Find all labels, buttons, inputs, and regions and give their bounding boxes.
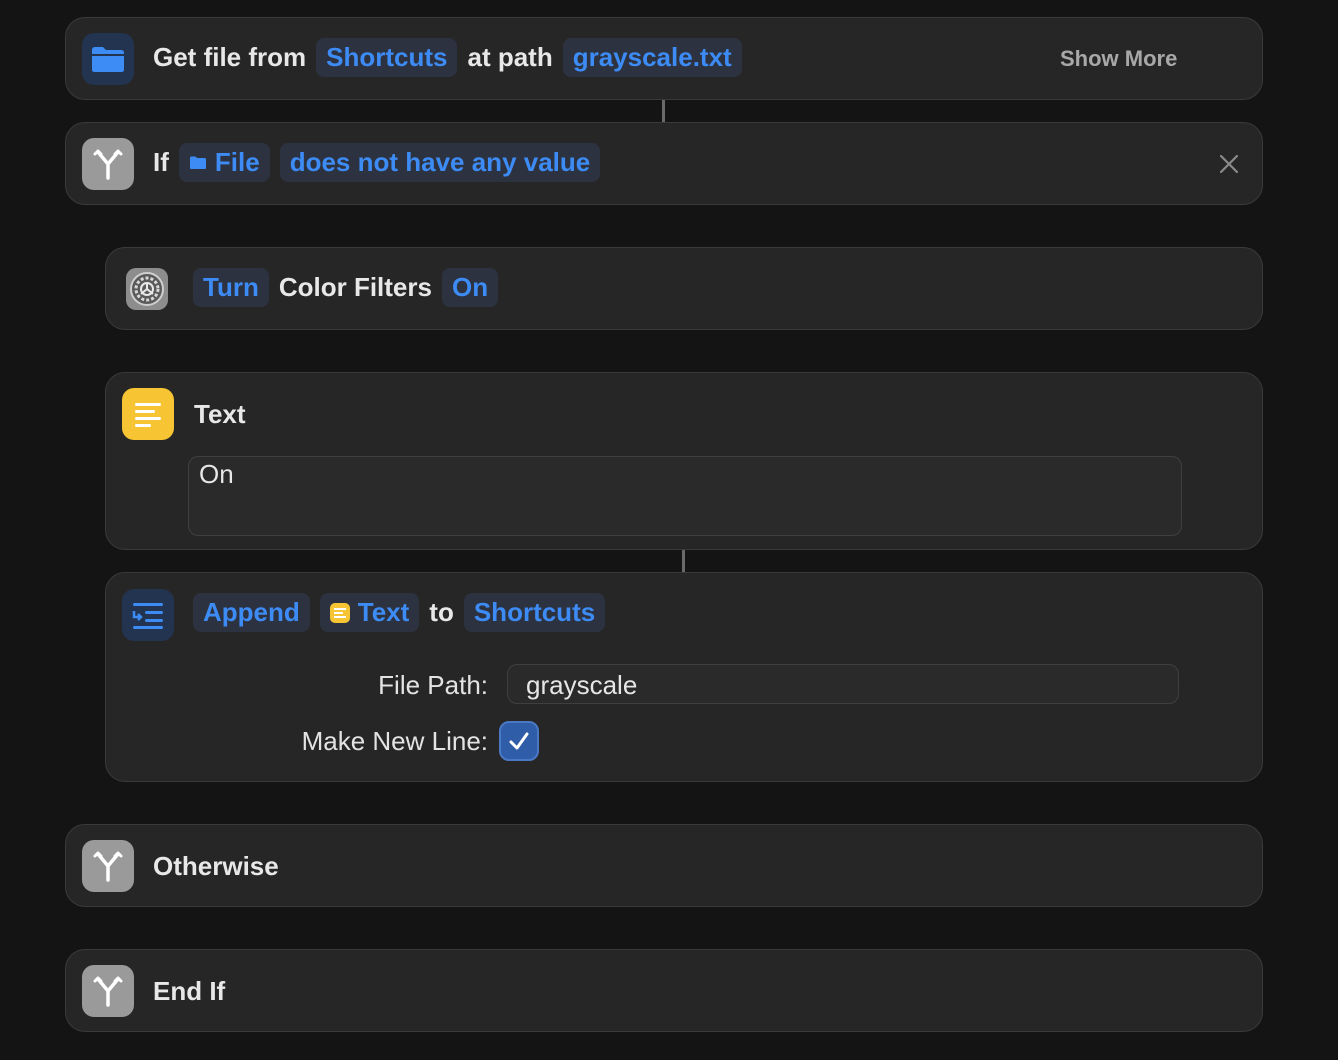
- otherwise-label: Otherwise: [153, 851, 279, 881]
- otherwise-action[interactable]: Otherwise: [65, 824, 1263, 907]
- connector-line: [662, 100, 665, 122]
- append-text-icon: [122, 589, 174, 641]
- get-file-action[interactable]: Get file from Shortcuts at path grayscal…: [65, 17, 1263, 100]
- small-text-icon: [329, 602, 350, 623]
- get-file-label: Get file from: [153, 42, 307, 72]
- small-folder-icon: [189, 156, 206, 169]
- condition-token[interactable]: does not have any value: [279, 143, 601, 182]
- text-variable-label: Text: [357, 597, 410, 627]
- close-icon[interactable]: [1218, 153, 1240, 175]
- text-content-field[interactable]: On: [188, 456, 1182, 536]
- text-action-title: Text: [194, 399, 246, 429]
- checkmark-icon: [509, 732, 529, 750]
- end-if-label: End If: [153, 976, 226, 1006]
- file-variable-label: File: [214, 147, 260, 177]
- color-filters-action[interactable]: Turn Color Filters On: [105, 247, 1263, 330]
- file-variable-token[interactable]: File: [178, 143, 270, 182]
- file-path-field[interactable]: grayscale: [507, 664, 1179, 704]
- file-path-value: grayscale: [526, 670, 638, 700]
- state-token[interactable]: On: [441, 268, 499, 307]
- if-action[interactable]: If File does not have any value: [65, 122, 1263, 205]
- folder-icon: [82, 33, 134, 85]
- append-token[interactable]: Append: [193, 593, 310, 632]
- text-lines-icon: [122, 388, 174, 440]
- settings-gear-icon: [126, 268, 168, 310]
- connector-line: [682, 550, 685, 572]
- branch-icon: [82, 840, 134, 892]
- show-more-button[interactable]: Show More: [1060, 46, 1177, 72]
- destination-token[interactable]: Shortcuts: [463, 593, 606, 632]
- text-variable-token[interactable]: Text: [319, 593, 420, 632]
- branch-icon: [82, 965, 134, 1017]
- turn-token[interactable]: Turn: [193, 268, 269, 307]
- color-filters-label: Color Filters: [278, 272, 432, 302]
- shortcut-editor: Get file from Shortcuts at path grayscal…: [0, 0, 1338, 1060]
- source-token[interactable]: Shortcuts: [316, 38, 458, 77]
- file-path-label: File Path:: [378, 670, 488, 700]
- append-action[interactable]: Append Text to Shortcuts File Path: gray…: [105, 572, 1263, 782]
- text-content-value: On: [199, 459, 234, 489]
- at-path-label: at path: [467, 42, 553, 72]
- to-label: to: [429, 597, 454, 627]
- new-line-checkbox[interactable]: [499, 721, 539, 761]
- text-action[interactable]: Text On: [105, 372, 1263, 550]
- branch-icon: [82, 138, 134, 190]
- if-label: If: [153, 147, 169, 177]
- new-line-label: Make New Line:: [301, 726, 488, 756]
- end-if-action[interactable]: End If: [65, 949, 1263, 1032]
- path-token[interactable]: grayscale.txt: [562, 38, 742, 77]
